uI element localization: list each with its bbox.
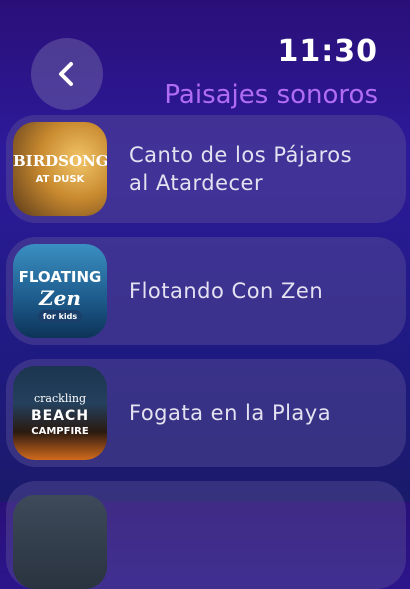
clock-time: 11:30	[277, 34, 378, 69]
next-thumbnail	[13, 495, 107, 589]
thumb-subtitle: AT DUSK	[35, 174, 85, 185]
item-label-line2: al Atardecer	[129, 171, 264, 195]
floating-zen-thumbnail: FLOATING Zen for kids	[13, 244, 107, 338]
page-title: Paisajes sonoros	[164, 80, 378, 110]
item-label: Fogata en la Playa	[129, 401, 332, 425]
thumb-title: crackling	[34, 392, 86, 405]
thumb-tag: CAMPFIRE	[31, 426, 89, 437]
item-label: Canto de los Pájaros al Atardecer	[129, 141, 352, 197]
thumb-subtitle: Zen	[39, 286, 81, 310]
back-button[interactable]	[31, 38, 103, 110]
list-item-beach-campfire[interactable]: crackling BEACH CAMPFIRE Fogata en la Pl…	[6, 359, 406, 467]
list-item-floating-zen[interactable]: FLOATING Zen for kids Flotando Con Zen	[6, 237, 406, 345]
list-item-birdsong[interactable]: BIRDSONG AT DUSK Canto de los Pájaros al…	[6, 115, 406, 223]
thumb-subtitle: BEACH	[30, 408, 90, 424]
thumb-title: BIRDSONG	[13, 152, 107, 170]
item-label: Flotando Con Zen	[129, 279, 324, 303]
thumb-title: FLOATING	[18, 268, 102, 286]
thumb-tag: for kids	[42, 312, 78, 321]
beach-campfire-thumbnail: crackling BEACH CAMPFIRE	[13, 366, 107, 460]
birdsong-thumbnail: BIRDSONG AT DUSK	[13, 122, 107, 216]
item-label-line1: Canto de los Pájaros	[129, 143, 353, 167]
chevron-left-icon	[59, 62, 73, 86]
list-item-next[interactable]	[6, 481, 406, 589]
